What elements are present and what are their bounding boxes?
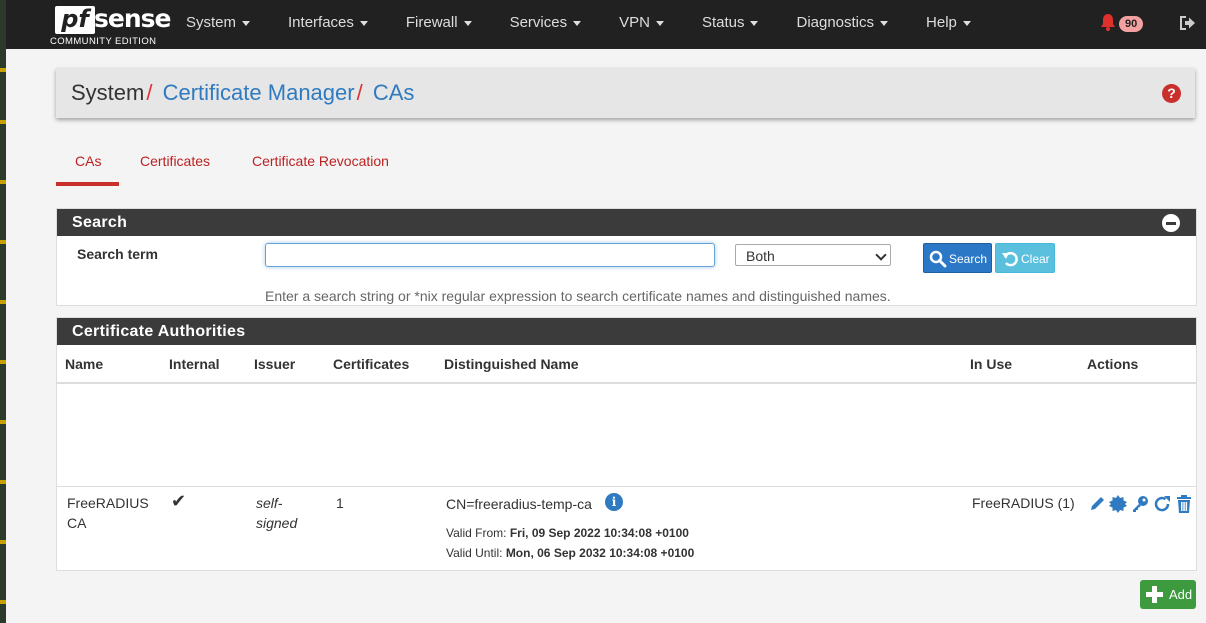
caret-down-icon	[655, 20, 664, 26]
caret-down-icon	[573, 20, 582, 26]
menu-firewall-label: Firewall	[405, 14, 458, 31]
chevron-down-icon	[875, 249, 887, 261]
menu-interfaces-label: Interfaces	[288, 14, 354, 31]
export-certificate-icon[interactable]	[1109, 495, 1127, 513]
reissue-icon[interactable]	[1153, 495, 1171, 513]
menu-interfaces[interactable]: Interfaces	[288, 0, 368, 49]
notification-count-badge[interactable]: 90	[1119, 16, 1144, 32]
search-button-label: Search	[949, 252, 988, 266]
menu-help[interactable]: Help	[926, 0, 971, 49]
search-panel-title: Search	[57, 209, 1196, 236]
redacted-row	[57, 384, 1196, 486]
menu-help-label: Help	[926, 14, 957, 31]
help-icon[interactable]: ?	[1162, 84, 1181, 103]
logout-icon[interactable]	[1178, 14, 1196, 32]
menu-diagnostics[interactable]: Diagnostics	[796, 0, 889, 49]
certificate-authorities-panel: Certificate Authorities Name Internal Is…	[56, 317, 1197, 571]
column-header-distinguished-name[interactable]: Distinguished Name	[444, 356, 579, 372]
caret-down-icon	[750, 20, 759, 26]
search-button[interactable]: Search	[923, 243, 992, 273]
add-button[interactable]: Add	[1140, 580, 1196, 609]
caret-down-icon	[359, 20, 368, 26]
menu-system-label: System	[186, 14, 237, 31]
main-menu: System Interfaces Firewall Services VPN …	[186, 0, 1009, 49]
search-icon	[929, 250, 947, 268]
column-header-issuer[interactable]: Issuer	[254, 356, 295, 372]
ca-name-line1: FreeRADIUS	[67, 495, 149, 511]
delete-icon[interactable]	[1175, 495, 1193, 513]
left-edge-strip	[0, 0, 6, 623]
bell-icon[interactable]	[1100, 13, 1116, 31]
checkmark-icon: ✔	[171, 491, 187, 511]
breadcrumb-cas[interactable]: CAs	[373, 80, 415, 105]
table-row: FreeRADIUS CA ✔ self- signed 1 CN=freera…	[57, 487, 1196, 570]
breadcrumb-root: System	[71, 80, 145, 105]
breadcrumb-separator: /	[146, 80, 153, 105]
valid-from-label: Valid From:	[446, 526, 507, 540]
tab-certificates[interactable]: Certificates	[140, 146, 210, 176]
menu-services-label: Services	[509, 14, 568, 31]
menu-status-label: Status	[701, 14, 745, 31]
column-header-certificates[interactable]: Certificates	[333, 356, 409, 372]
column-header-actions: Actions	[1087, 356, 1139, 372]
valid-from: Valid From: Fri, 09 Sep 2022 10:34:08 +0…	[446, 526, 689, 540]
ca-name[interactable]: FreeRADIUS CA	[67, 493, 149, 533]
logo-sense: sense	[94, 4, 171, 33]
ca-in-use: FreeRADIUS (1)	[972, 495, 1075, 511]
breadcrumb-separator: /	[356, 80, 363, 105]
menu-diagnostics-label: Diagnostics	[796, 14, 875, 31]
logo-pf: pf	[55, 6, 95, 34]
collapse-icon[interactable]	[1162, 214, 1180, 232]
tab-certificate-revocation[interactable]: Certificate Revocation	[252, 146, 389, 176]
edit-icon[interactable]	[1088, 495, 1106, 513]
undo-icon	[1002, 251, 1018, 267]
ca-certificate-count: 1	[336, 495, 344, 511]
breadcrumb-certificate-manager[interactable]: Certificate Manager	[163, 80, 355, 105]
search-panel: Search Search term Both Search Clear Ent…	[56, 208, 1197, 306]
search-term-label: Search term	[77, 246, 158, 262]
pfsense-logo[interactable]: pf sense COMMUNITY EDITION	[50, 5, 171, 48]
ca-issuer-line2: signed	[256, 515, 298, 531]
tab-cas[interactable]: CAs	[75, 146, 101, 176]
ca-issuer: self- signed	[256, 493, 297, 533]
export-key-icon[interactable]	[1131, 495, 1149, 513]
menu-services[interactable]: Services	[510, 0, 582, 49]
caret-down-icon	[962, 20, 971, 26]
active-tab-underline	[56, 182, 119, 186]
menu-firewall[interactable]: Firewall	[406, 0, 472, 49]
page-header: System/ Certificate Manager/ CAs ?	[56, 68, 1195, 118]
valid-until: Valid Until: Mon, 06 Sep 2032 10:34:08 +…	[446, 546, 694, 560]
plus-icon	[1146, 586, 1163, 603]
top-navbar: pf sense COMMUNITY EDITION System Interf…	[6, 0, 1206, 49]
menu-system[interactable]: System	[186, 0, 251, 49]
column-header-in-use[interactable]: In Use	[970, 356, 1012, 372]
clear-button[interactable]: Clear	[995, 243, 1055, 273]
ca-panel-title: Certificate Authorities	[57, 318, 1196, 345]
menu-status[interactable]: Status	[702, 0, 759, 49]
caret-down-icon	[242, 20, 251, 26]
search-scope-select[interactable]: Both	[735, 244, 891, 266]
search-scope-value: Both	[746, 248, 775, 264]
add-button-label: Add	[1169, 587, 1193, 602]
menu-vpn-label: VPN	[619, 14, 650, 31]
caret-down-icon	[880, 20, 889, 26]
valid-until-label: Valid Until:	[446, 546, 503, 560]
breadcrumb: System/ Certificate Manager/ CAs	[71, 80, 414, 106]
valid-from-value: Fri, 09 Sep 2022 10:34:08 +0100	[509, 526, 689, 540]
ca-issuer-line1: self-	[256, 495, 283, 511]
search-input[interactable]	[265, 243, 715, 267]
ca-name-line2: CA	[67, 515, 87, 531]
logo-edition: COMMUNITY EDITION	[50, 36, 157, 47]
caret-down-icon	[463, 20, 472, 26]
column-header-internal[interactable]: Internal	[169, 356, 220, 372]
column-header-name[interactable]: Name	[65, 356, 103, 372]
info-icon[interactable]: i	[605, 493, 623, 511]
menu-vpn[interactable]: VPN	[619, 0, 664, 49]
valid-until-value: Mon, 06 Sep 2032 10:34:08 +0100	[505, 546, 695, 560]
ca-distinguished-name: CN=freeradius-temp-ca	[446, 496, 592, 512]
search-hint: Enter a search string or *nix regular ex…	[265, 288, 891, 304]
clear-button-label: Clear	[1021, 252, 1050, 266]
